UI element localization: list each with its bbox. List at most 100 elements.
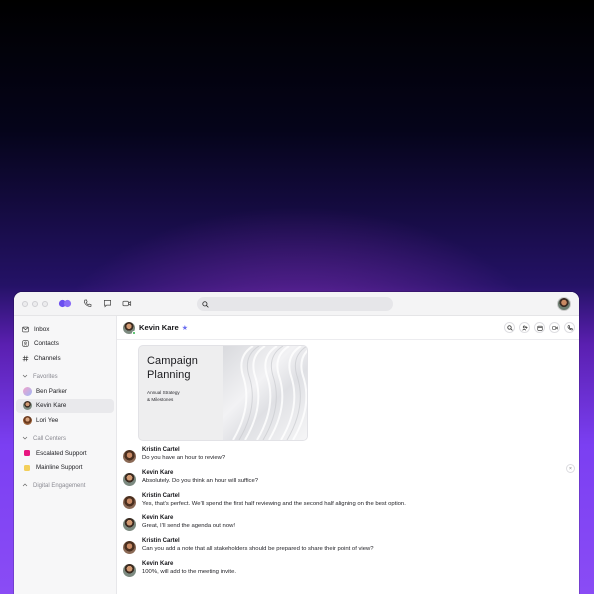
- color-square-icon: [24, 464, 30, 471]
- conversation-panel: Kevin Kare ★ Campaign Planning Annual St…: [117, 316, 579, 594]
- window-controls: [22, 300, 48, 307]
- sidebar-item-channels[interactable]: Channels: [14, 351, 116, 366]
- message-text: Can you add a note that all stakeholders…: [142, 546, 374, 553]
- color-square-icon: [24, 450, 30, 457]
- video-icon: [551, 325, 558, 330]
- phone-icon[interactable]: [82, 299, 92, 309]
- section-favorites[interactable]: Favorites: [14, 370, 116, 385]
- sidebar-item-inbox[interactable]: Inbox: [14, 322, 116, 337]
- sidebar-item-label: Inbox: [34, 325, 50, 333]
- user-avatar[interactable]: [557, 297, 571, 311]
- contacts-icon: [21, 340, 29, 348]
- avatar: [123, 518, 136, 532]
- search-input[interactable]: [197, 297, 393, 311]
- phone-icon: [567, 324, 573, 330]
- section-call-centers[interactable]: Call Centers: [14, 432, 116, 447]
- zoom-window-button[interactable]: [42, 300, 48, 307]
- video-call-button[interactable]: [549, 322, 560, 333]
- minimize-window-button[interactable]: [32, 300, 38, 307]
- sidebar-item-ben-parker[interactable]: Ben Parker: [16, 384, 114, 399]
- close-window-button[interactable]: [22, 300, 28, 307]
- message-body: Kevin Kare Great, I’ll send the agenda o…: [142, 514, 235, 537]
- message-text: Absolutely. Do you think an hour will su…: [142, 477, 259, 484]
- hash-icon: [21, 354, 29, 362]
- card-text: Campaign Planning Annual Strategy & Mile…: [147, 354, 223, 403]
- chevron-up-icon: [22, 482, 28, 490]
- message-body: Kristin Cartel Yes, that’s perfect. We’l…: [142, 492, 406, 515]
- message-text: 100%, will add to the meeting invite.: [142, 568, 236, 575]
- avatar: [23, 401, 32, 411]
- conversation-header: Kevin Kare ★: [117, 316, 579, 340]
- sidebar-item-mainline-support[interactable]: Mainline Support: [16, 461, 114, 476]
- message-body: Kristin Cartel Can you add a note that a…: [142, 537, 374, 560]
- sidebar-item-label: Contacts: [34, 340, 59, 348]
- sidebar-item-label: Channels: [34, 354, 61, 362]
- message-text: Great, I’ll send the agenda out now!: [142, 523, 236, 530]
- sidebar: Inbox Contacts Channels Favorites Ben Pa…: [14, 316, 117, 594]
- sidebar-item-kevin-kare[interactable]: Kevin Kare: [16, 398, 114, 413]
- card-subtitle: Annual Strategy & Milestones: [147, 390, 180, 402]
- message-sender: Kristin Cartel: [142, 447, 180, 453]
- message-icon[interactable]: [102, 299, 112, 309]
- sidebar-item-label: Ben Parker: [36, 387, 67, 395]
- sidebar-item-label: Kevin Kare: [36, 402, 67, 410]
- calendar-button[interactable]: [534, 322, 545, 333]
- sidebar-item-contacts[interactable]: Contacts: [14, 337, 116, 352]
- message: Kevin Kare Absolutely. Do you think an h…: [123, 469, 579, 492]
- sidebar-item-label: Mainline Support: [36, 464, 83, 472]
- add-person-button[interactable]: [519, 322, 530, 333]
- sidebar-item-lori-yee[interactable]: Lori Yee: [16, 413, 114, 428]
- avatar: [23, 386, 32, 396]
- avatar: [123, 450, 136, 463]
- inbox-icon: [21, 325, 29, 333]
- message: Kevin Kare 100%, will add to the meeting…: [123, 560, 579, 583]
- brand-logo-icon: [58, 299, 72, 308]
- header-actions: [504, 322, 575, 333]
- avatar[interactable]: [123, 321, 136, 335]
- search-icon: [506, 324, 513, 331]
- message-body: Kevin Kare Absolutely. Do you think an h…: [142, 469, 258, 492]
- avatar: [123, 472, 136, 486]
- section-label: Favorites: [33, 373, 58, 380]
- search-button[interactable]: [504, 322, 515, 333]
- message-text: Yes, that’s perfect. We’ll spend the fir…: [142, 500, 406, 507]
- app-window: Inbox Contacts Channels Favorites Ben Pa…: [14, 292, 579, 594]
- avatar: [123, 495, 136, 509]
- chevron-down-icon: [22, 435, 28, 443]
- call-button[interactable]: [564, 322, 575, 333]
- message-list: Kristin Cartel Do you have an hour to re…: [123, 446, 579, 583]
- message: Kristin Cartel Do you have an hour to re…: [123, 446, 579, 469]
- avatar: [123, 563, 136, 577]
- star-icon[interactable]: ★: [182, 324, 188, 332]
- message-sender: Kevin Kare: [142, 469, 174, 476]
- message-sender: Kristin Cartel: [142, 538, 180, 545]
- contact-name: Kevin Kare: [139, 323, 179, 332]
- add-person-icon: [521, 325, 528, 330]
- title-bar: [14, 292, 579, 316]
- calendar-icon: [536, 325, 543, 331]
- online-status-icon: [132, 330, 136, 335]
- message-sender: Kevin Kare: [142, 515, 174, 522]
- message-body: Kevin Kare 100%, will add to the meeting…: [142, 560, 236, 583]
- avatar: [123, 541, 136, 555]
- avatar: [23, 415, 32, 425]
- message: Kristin Cartel Can you add a note that a…: [123, 537, 579, 560]
- message-text: Do you have an hour to review?: [142, 455, 226, 461]
- message-sender: Kevin Kare: [142, 560, 174, 567]
- message: Kevin Kare Great, I’ll send the agenda o…: [123, 514, 579, 537]
- card-title: Campaign Planning: [147, 355, 198, 381]
- section-label: Call Centers: [33, 435, 67, 442]
- message-body: Kristin Cartel Do you have an hour to re…: [142, 446, 225, 469]
- chevron-down-icon: [22, 373, 28, 381]
- shared-file-card[interactable]: Campaign Planning Annual Strategy & Mile…: [139, 346, 307, 440]
- section-label: Digital Engagement: [33, 483, 86, 490]
- sidebar-item-escalated-support[interactable]: Escalated Support: [16, 446, 114, 461]
- search-icon: [202, 295, 209, 313]
- message: Kristin Cartel Yes, that’s perfect. We’l…: [123, 492, 579, 515]
- card-artwork: [223, 346, 307, 440]
- sidebar-item-label: Lori Yee: [36, 416, 59, 424]
- section-digital-engagement[interactable]: Digital Engagement: [14, 479, 116, 494]
- video-icon[interactable]: [122, 299, 132, 309]
- message-sender: Kristin Cartel: [142, 492, 180, 499]
- sidebar-item-label: Escalated Support: [36, 449, 87, 457]
